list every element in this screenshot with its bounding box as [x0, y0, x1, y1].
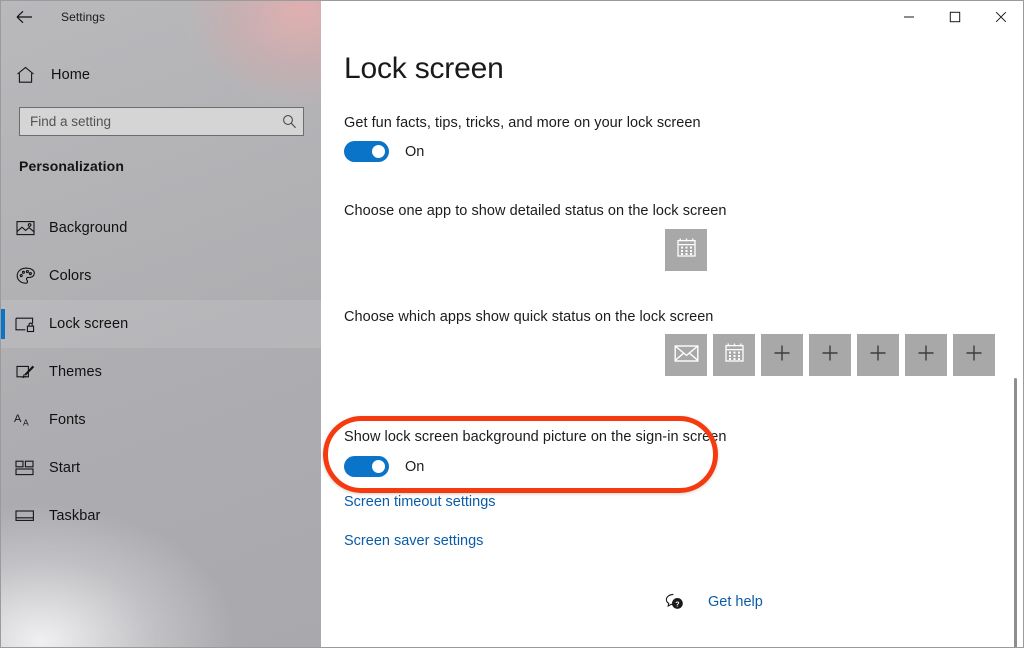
sidebar-item-label: Taskbar [49, 508, 101, 524]
selection-indicator [1, 453, 5, 483]
search-icon[interactable] [275, 108, 303, 135]
plus-icon [869, 344, 887, 367]
search-box[interactable] [19, 107, 304, 136]
mail-icon [674, 343, 699, 368]
lock-screen-icon [1, 316, 49, 333]
sidebar-item-background[interactable]: Background [1, 204, 321, 252]
quick-status-tile-calendar[interactable] [713, 334, 755, 376]
screen-timeout-settings-link[interactable]: Screen timeout settings [344, 494, 496, 510]
sidebar-item-label: Background [49, 220, 128, 236]
home-icon [1, 66, 49, 84]
plus-icon [917, 344, 935, 367]
detailed-status-app-tile[interactable] [665, 229, 707, 271]
selection-indicator [1, 405, 5, 435]
quick-status-tile-add-5[interactable] [953, 334, 995, 376]
get-help-label: Get help [708, 594, 763, 610]
quick-status-tile-add-3[interactable] [857, 334, 899, 376]
sidebar-item-label: Lock screen [49, 316, 129, 332]
signin-picture-toggle-row[interactable]: On [344, 456, 424, 477]
sidebar-item-label: Colors [49, 268, 92, 284]
signin-picture-toggle[interactable] [344, 456, 389, 477]
detailed-status-label: Choose one app to show detailed status o… [344, 203, 727, 219]
back-arrow-icon[interactable] [1, 1, 47, 33]
sidebar-item-colors[interactable]: Colors [1, 252, 321, 300]
plus-icon [821, 344, 839, 367]
close-button[interactable] [978, 1, 1023, 33]
get-help-row[interactable]: ? Get help [664, 591, 763, 613]
selection-indicator [1, 213, 5, 243]
image-icon [1, 220, 49, 236]
window-title: Settings [61, 10, 106, 24]
sidebar: Settings Home Personalization [1, 1, 321, 647]
sidebar-nav-list: Background Colors Lock screen Themes A A… [1, 204, 321, 540]
window-titlebar-left: Settings [1, 1, 321, 33]
calendar-icon [723, 341, 746, 369]
sidebar-item-label-home: Home [51, 67, 91, 83]
start-icon [1, 460, 49, 476]
sidebar-category-label: Personalization [19, 158, 124, 174]
fun-facts-toggle-row[interactable]: On [344, 141, 424, 162]
calendar-icon [675, 236, 698, 264]
fun-facts-toggle-state: On [405, 143, 425, 160]
svg-text:A: A [14, 413, 22, 425]
selection-indicator [1, 357, 5, 387]
quick-status-tile-row [665, 334, 995, 376]
window-controls [886, 1, 1023, 33]
svg-text:?: ? [675, 601, 679, 608]
quick-status-tile-mail[interactable] [665, 334, 707, 376]
taskbar-icon [1, 509, 49, 523]
fun-facts-toggle[interactable] [344, 141, 389, 162]
signin-picture-label: Show lock screen background picture on t… [344, 429, 727, 445]
palette-icon [1, 267, 49, 285]
scrollbar[interactable] [1007, 33, 1023, 647]
selection-indicator [1, 501, 5, 531]
search-input[interactable] [20, 108, 275, 135]
fun-facts-label: Get fun facts, tips, tricks, and more on… [344, 115, 701, 131]
themes-icon [1, 363, 49, 381]
sidebar-item-label: Fonts [49, 412, 86, 428]
quick-status-tile-add-2[interactable] [809, 334, 851, 376]
toggle-knob [372, 145, 385, 158]
maximize-button[interactable] [932, 1, 978, 33]
quick-status-label: Choose which apps show quick status on t… [344, 309, 714, 325]
sidebar-item-lock-screen[interactable]: Lock screen [1, 300, 321, 348]
plus-icon [773, 344, 791, 367]
plus-icon [965, 344, 983, 367]
sidebar-item-taskbar[interactable]: Taskbar [1, 492, 321, 540]
sidebar-item-label: Themes [49, 364, 102, 380]
selection-indicator [1, 309, 5, 339]
scrollbar-thumb[interactable] [1014, 378, 1017, 647]
selection-indicator [1, 261, 5, 291]
sidebar-item-label: Start [49, 460, 81, 476]
help-bubble-icon: ? [664, 591, 686, 613]
minimize-button[interactable] [886, 1, 932, 33]
svg-text:A: A [23, 418, 29, 428]
quick-status-tile-add-4[interactable] [905, 334, 947, 376]
main-content: Lock screen Get fun facts, tips, tricks,… [321, 1, 1023, 647]
settings-window: Settings Home Personalization [0, 0, 1024, 648]
sidebar-item-start[interactable]: Start [1, 444, 321, 492]
sidebar-item-fonts[interactable]: A A Fonts [1, 396, 321, 444]
screen-saver-settings-link[interactable]: Screen saver settings [344, 533, 483, 549]
fonts-icon: A A [1, 411, 49, 429]
page-title: Lock screen [344, 52, 504, 85]
toggle-knob [372, 460, 385, 473]
quick-status-tile-add-1[interactable] [761, 334, 803, 376]
sidebar-item-themes[interactable]: Themes [1, 348, 321, 396]
sidebar-item-home[interactable]: Home [1, 59, 321, 91]
signin-picture-toggle-state: On [405, 458, 425, 475]
